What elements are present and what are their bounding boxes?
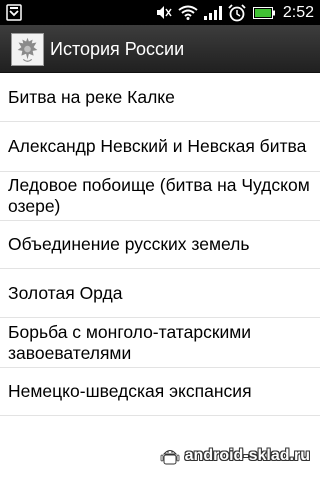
list-item-label: Немецко-шведская экспансия [8,381,252,401]
list-item-label: Ледовое побоище (битва на Чудском озере) [8,175,310,216]
list-item-label: Борьба с монголо-татарскими завоевателям… [8,321,252,363]
list-item[interactable]: Борьба с монголо-татарскими завоевателям… [0,318,320,368]
list-item[interactable]: Золотая Орда [0,269,320,318]
signal-icon [204,6,222,20]
list-item-label: Объединение русских земель [8,234,250,254]
notification-icon [6,4,22,21]
coat-of-arms-icon[interactable] [11,33,44,66]
mute-icon [157,6,172,19]
page-title: История России [50,39,185,59]
watermark-text: android-sklad.ru [184,447,310,464]
status-clock: 2:52 [282,4,314,21]
topic-list: Битва на реке Калке Александр Невский и … [0,73,320,416]
app-screen: 2:52 История России Битва на реке Калке … [0,0,320,480]
wifi-icon [178,5,198,20]
battery-icon [253,7,275,19]
android-robot-icon [160,450,180,465]
list-item[interactable]: Немецко-шведская экспансия [0,368,320,416]
list-item-label: Золотая Орда [8,282,123,303]
watermark: android-sklad.ru [159,442,310,470]
list-item[interactable]: Битва на реке Калке [0,73,320,122]
list-item-label: Александр Невский и Невская битва [8,136,307,156]
list-item[interactable]: Объединение русских земель [0,221,320,269]
title-bar: История России [0,25,320,73]
status-bar: 2:52 [0,0,320,25]
list-item-label: Битва на реке Калке [8,86,175,107]
list-item[interactable]: Ледовое побоище (битва на Чудском озере) [0,172,320,221]
list-item[interactable]: Александр Невский и Невская битва [0,122,320,172]
alarm-icon [228,4,246,22]
